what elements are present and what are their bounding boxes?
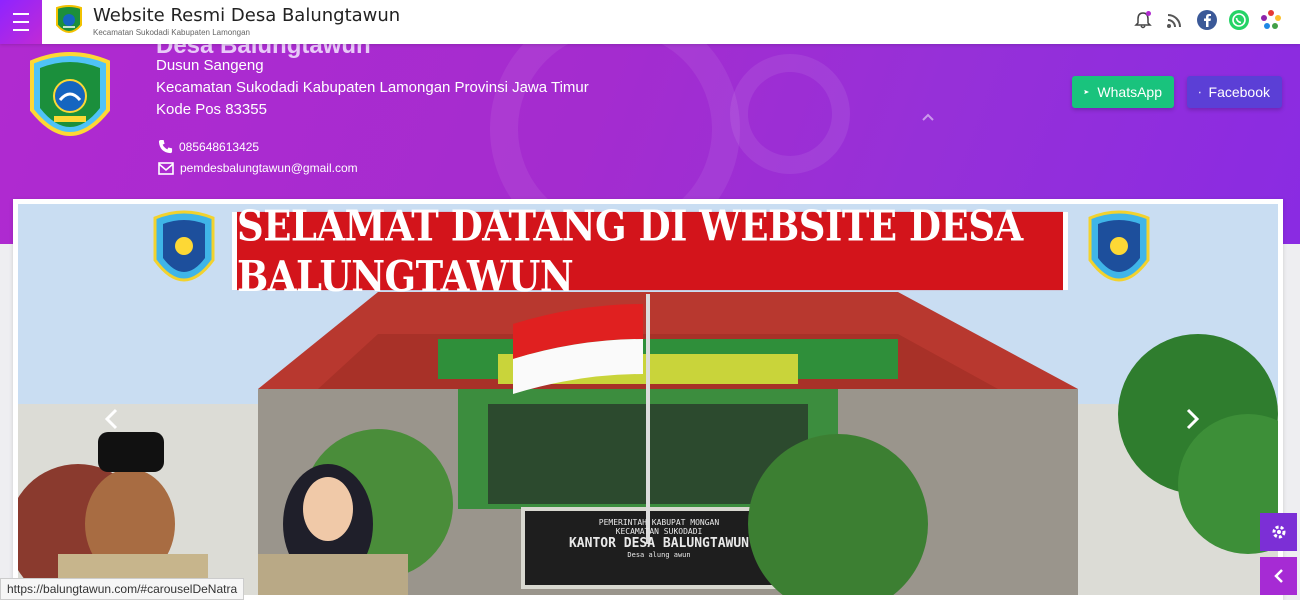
chevron-right-icon [1186,408,1200,430]
carousel-slide: PEMERINTAH KABUPAT MONGAN KECAMATAN SUKO… [18,204,1278,595]
send-icon [1084,89,1090,95]
chevron-left-icon [104,408,118,430]
lamongan-emblem-icon [153,210,215,282]
lamongan-emblem-icon [1088,210,1150,282]
lamongan-emblem-icon [30,52,110,136]
top-icon-group [1132,9,1282,31]
top-navbar: Website Resmi Desa Balungtawun Kecamatan… [0,0,1300,44]
settings-button[interactable] [1260,513,1297,551]
site-subtitle: Kecamatan Sukodadi Kabupaten Lamongan [93,28,251,37]
rss-icon[interactable] [1164,9,1186,31]
sign-line-1: PEMERINTAH KABUPAT MONGAN [598,518,720,527]
gear-icon [1272,525,1285,539]
sidebar-toggle-button[interactable] [1260,557,1297,595]
hero-decoration [730,54,850,174]
mail-icon [158,161,174,175]
bell-icon[interactable] [1132,9,1154,31]
welcome-banner-text: SELAMAT DATANG DI WEBSITE DESA BALUNGTAW… [237,204,1063,302]
whatsapp-button-label: WhatsApp [1097,84,1162,100]
status-bar-url: https://balungtawun.com/#carouselDeNatra [0,578,245,600]
sign-line-3: KANTOR DESA BALUNGTAWUN [568,536,749,551]
hero-postal-code: Kode Pos 83355 [156,101,267,118]
hamburger-icon [13,10,29,34]
whatsapp-icon[interactable] [1228,9,1250,31]
facebook-button-label: Facebook [1208,84,1270,100]
book-icon [1199,91,1201,93]
site-title: Website Resmi Desa Balungtawun [93,5,401,26]
email-address: pemdesbalungtawun@gmail.com [180,161,358,175]
whatsapp-button[interactable]: WhatsApp [1072,76,1174,108]
welcome-banner: SELAMAT DATANG DI WEBSITE DESA BALUNGTAW… [232,204,1068,302]
email-contact[interactable]: pemdesbalungtawun@gmail.com [158,161,358,175]
hero-dusun: Dusun Sangeng [156,57,264,74]
sign-line-2: KECAMATAN SUKODADI [615,527,703,536]
phone-contact[interactable]: 085648613425 [158,139,259,154]
hero-address: Kecamatan Sukodadi Kabupaten Lamongan Pr… [156,79,589,96]
facebook-icon[interactable] [1196,9,1218,31]
phone-icon [158,139,173,154]
carousel-next-button[interactable] [1184,406,1200,437]
hamburger-menu-button[interactable] [0,0,42,44]
settings-flower-icon[interactable] [1260,9,1282,31]
phone-number: 085648613425 [179,139,260,154]
chevron-left-icon [1273,569,1283,583]
lamongan-logo-icon [56,5,82,33]
chevron-up-icon [922,113,934,121]
carousel: PEMERINTAH KABUPAT MONGAN KECAMATAN SUKO… [13,199,1283,600]
carousel-prev-button[interactable] [104,406,120,437]
office-sign: PEMERINTAH KABUPAT MONGAN KECAMATAN SUKO… [530,518,788,559]
facebook-button[interactable]: Facebook [1187,76,1282,108]
sign-line-4: Desa alung awun [627,551,691,559]
